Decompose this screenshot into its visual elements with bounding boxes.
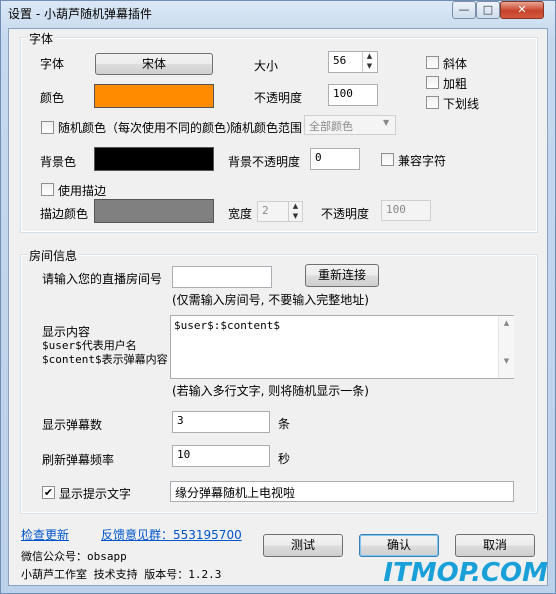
bold-checkbox[interactable] (426, 76, 439, 89)
bg-opacity-field[interactable]: 0 (310, 148, 360, 170)
feedback-link[interactable]: 反馈意见群：553195700 (101, 526, 242, 543)
count-value: 3 (177, 414, 184, 427)
outline-opacity-value: 100 (386, 203, 406, 216)
bg-opacity-value: 0 (315, 151, 322, 164)
use-outline-label: 使用描边 (58, 184, 107, 198)
content-scrollbar[interactable]: ▲ ▼ (498, 316, 514, 378)
content-help-content: $content$表示弹幕内容 (42, 353, 168, 366)
content-textarea[interactable]: $user$:$content$ (170, 315, 514, 379)
underline-checkbox[interactable] (426, 96, 439, 109)
room-hint: (仅需输入房间号, 不要输入完整地址) (172, 293, 369, 307)
scroll-down-icon[interactable]: ▼ (499, 357, 514, 365)
size-spinner[interactable]: ▲ ▼ (362, 52, 376, 72)
underline-label: 下划线 (443, 97, 480, 111)
use-outline-checkbox[interactable] (41, 183, 54, 196)
size-value: 56 (333, 54, 347, 67)
bg-opacity-label: 背景不透明度 (228, 155, 301, 169)
tip-value: 缘分弹幕随机上电视啦 (175, 486, 296, 500)
color-label: 颜色 (40, 91, 65, 105)
random-color-label: 随机颜色（每次使用不同的颜色） (58, 121, 239, 135)
room-field[interactable] (172, 266, 272, 288)
watermark: ITMOP.COM (383, 558, 548, 588)
cancel-button[interactable]: 取消 (455, 534, 535, 557)
font-label: 字体 (40, 57, 65, 71)
spin-down-icon[interactable]: ▼ (363, 62, 376, 72)
opacity-field[interactable]: 100 (328, 84, 378, 106)
font-color-swatch[interactable] (94, 84, 214, 108)
window-title: 设置 - 小葫芦随机弹幕插件 (8, 7, 152, 21)
bg-color-swatch[interactable] (94, 147, 214, 171)
spin-up-icon[interactable]: ▲ (363, 52, 376, 62)
random-color-checkbox[interactable] (41, 121, 54, 134)
spin-down-icon[interactable]: ▼ (289, 212, 302, 222)
freq-label: 刷新弹幕频率 (42, 453, 115, 467)
random-range-value: 全部颜色 (309, 120, 353, 133)
scroll-up-icon[interactable]: ▲ (499, 319, 514, 327)
font-group-legend: 字体 (27, 30, 56, 47)
size-label: 大小 (254, 59, 279, 73)
freq-field[interactable]: 10 (172, 445, 270, 467)
close-button[interactable]: ✕ (500, 1, 544, 19)
show-tip-label: 显示提示文字 (59, 487, 132, 501)
count-unit: 条 (278, 417, 291, 431)
minimize-button[interactable]: — (452, 1, 476, 19)
chevron-down-icon[interactable]: ▼ (383, 118, 389, 127)
freq-unit: 秒 (278, 452, 291, 466)
ok-button[interactable]: 确认 (359, 534, 439, 557)
tip-field[interactable]: 缘分弹幕随机上电视啦 (170, 481, 514, 502)
outline-color-swatch[interactable] (94, 199, 214, 223)
width-label: 宽度 (228, 207, 253, 221)
bold-label: 加粗 (443, 77, 468, 91)
outline-opacity-label: 不透明度 (321, 207, 370, 221)
outline-color-label: 描边颜色 (40, 207, 89, 221)
compat-checkbox[interactable] (381, 153, 394, 166)
random-range-label: 随机颜色范围 (230, 121, 303, 135)
spin-up-icon[interactable]: ▲ (289, 202, 302, 212)
compat-label: 兼容字符 (398, 154, 447, 168)
room-group-legend: 房间信息 (27, 247, 80, 264)
show-tip-checkbox[interactable]: ✔ (42, 486, 55, 499)
wechat-text: 微信公众号：obsapp (21, 550, 127, 563)
room-label: 请输入您的直播房间号 (42, 272, 163, 286)
freq-value: 10 (177, 448, 191, 461)
italic-label: 斜体 (443, 57, 468, 71)
opacity-value: 100 (333, 87, 353, 100)
reconnect-button[interactable]: 重新连接 (305, 264, 379, 287)
studio-text: 小葫芦工作室 技术支持 版本号：1.2.3 (21, 568, 222, 581)
font-select-button[interactable]: 宋体 (95, 53, 213, 75)
width-spinner[interactable]: ▲ ▼ (288, 202, 302, 221)
width-value: 2 (262, 204, 269, 217)
outline-opacity-field[interactable]: 100 (381, 200, 431, 221)
count-field[interactable]: 3 (172, 411, 270, 433)
content-value: $user$:$content$ (174, 319, 280, 332)
opacity-label: 不透明度 (254, 91, 303, 105)
check-update-link[interactable]: 检查更新 (21, 526, 69, 543)
maximize-button[interactable]: □ (476, 1, 500, 19)
count-label: 显示弹幕数 (42, 418, 103, 432)
bg-color-label: 背景色 (40, 155, 77, 169)
test-button[interactable]: 测试 (263, 534, 343, 557)
content-hint: (若输入多行文字, 则将随机显示一条) (172, 384, 369, 398)
italic-checkbox[interactable] (426, 56, 439, 69)
